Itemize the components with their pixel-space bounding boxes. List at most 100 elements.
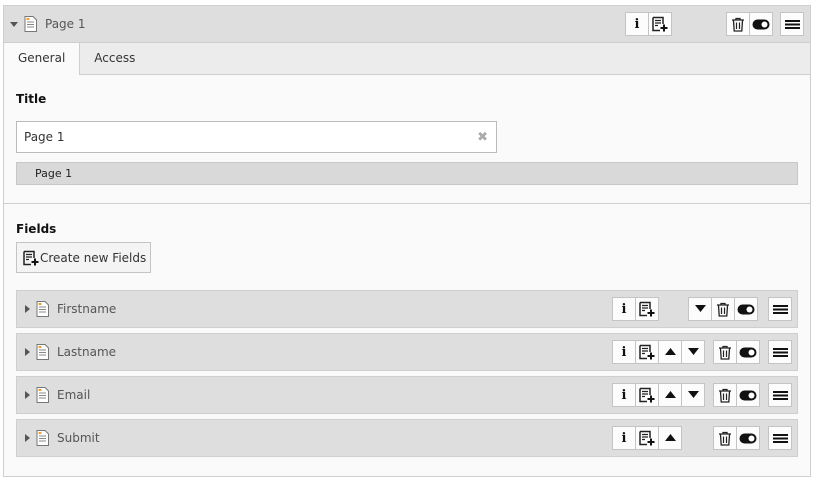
info-button[interactable]: i: [612, 340, 636, 364]
header-action-group: [726, 12, 773, 36]
row-info-group: i: [612, 383, 705, 407]
info-icon: i: [621, 344, 627, 360]
info-button[interactable]: i: [612, 383, 636, 407]
toggle-icon: [739, 433, 757, 443]
row-action-group: [713, 383, 760, 407]
trash-icon: [719, 431, 731, 446]
title-preview: Page 1: [16, 162, 798, 185]
add-record-button[interactable]: [635, 340, 659, 364]
move-down-icon: [687, 391, 699, 398]
row-menu-group: [768, 340, 792, 364]
caret-down-icon[interactable]: [10, 22, 18, 27]
field-label: Lastname: [57, 345, 117, 359]
info-icon: i: [621, 387, 627, 403]
toggle-button[interactable]: [734, 297, 758, 321]
move-down-icon: [687, 348, 699, 355]
menu-button[interactable]: [768, 340, 792, 364]
trash-icon: [719, 345, 731, 360]
delete-button[interactable]: [713, 426, 737, 450]
toggle-icon: [739, 347, 757, 357]
move-up-button[interactable]: [658, 426, 682, 450]
move-up-button[interactable]: [658, 383, 682, 407]
info-icon: i: [621, 301, 627, 317]
move-down-button[interactable]: [688, 297, 712, 321]
form-panel: Page 1 i General Access Title Page 1 ✖ P…: [3, 5, 811, 477]
trash-icon: [719, 388, 731, 403]
menu-button[interactable]: [768, 297, 792, 321]
move-up-button[interactable]: [658, 340, 682, 364]
caret-right-icon[interactable]: [25, 348, 30, 356]
delete-button[interactable]: [713, 383, 737, 407]
page-icon: [36, 301, 49, 317]
caret-right-icon[interactable]: [25, 434, 30, 442]
add-record-button[interactable]: [648, 12, 672, 36]
menu-icon: [772, 304, 788, 314]
row-menu-group: [768, 383, 792, 407]
caret-right-icon[interactable]: [25, 305, 30, 313]
row-action-group: [688, 297, 758, 321]
move-down-button[interactable]: [681, 340, 705, 364]
info-button[interactable]: i: [612, 297, 636, 321]
panel-header[interactable]: Page 1 i: [4, 6, 810, 43]
toggle-button[interactable]: [736, 340, 760, 364]
menu-icon: [772, 347, 788, 357]
header-menu-group: [780, 12, 804, 36]
trash-icon: [717, 302, 729, 317]
info-icon: i: [634, 16, 640, 32]
toggle-button[interactable]: [736, 383, 760, 407]
add-record-icon: [639, 301, 655, 317]
field-row-email[interactable]: Email i: [16, 376, 798, 414]
title-input[interactable]: Page 1 ✖: [16, 121, 497, 153]
add-record-icon: [23, 250, 39, 265]
row-menu-group: [768, 426, 792, 450]
menu-button[interactable]: [768, 383, 792, 407]
field-row-submit[interactable]: Submit i: [16, 419, 798, 457]
move-up-icon: [664, 391, 676, 398]
menu-button[interactable]: [780, 12, 804, 36]
tab-general[interactable]: General: [4, 43, 81, 75]
field-row-firstname[interactable]: Firstname i: [16, 290, 798, 328]
add-record-icon: [639, 344, 655, 360]
row-info-group: i: [612, 426, 682, 450]
delete-button[interactable]: [711, 297, 735, 321]
page-icon: [24, 16, 37, 32]
title-input-value: Page 1: [24, 130, 65, 144]
trash-icon: [732, 17, 744, 32]
menu-icon: [772, 390, 788, 400]
field-row-lastname[interactable]: Lastname i: [16, 333, 798, 371]
info-button[interactable]: i: [612, 426, 636, 450]
create-fields-button[interactable]: Create new Fields: [16, 242, 151, 273]
add-record-button[interactable]: [635, 383, 659, 407]
tab-bar: General Access: [4, 43, 810, 75]
row-menu-group: [768, 297, 792, 321]
delete-button[interactable]: [713, 340, 737, 364]
move-down-button[interactable]: [681, 383, 705, 407]
menu-icon: [772, 433, 788, 443]
create-fields-label: Create new Fields: [40, 250, 147, 265]
field-label: Submit: [57, 431, 100, 445]
fields-label: Fields: [16, 222, 57, 236]
caret-right-icon[interactable]: [25, 391, 30, 399]
add-record-icon: [639, 387, 655, 403]
toggle-icon: [739, 390, 757, 400]
add-record-button[interactable]: [635, 297, 659, 321]
delete-button[interactable]: [726, 12, 750, 36]
field-label: Email: [57, 388, 91, 402]
tab-access[interactable]: Access: [80, 43, 149, 74]
title-label: Title: [16, 92, 47, 106]
field-label: Firstname: [57, 302, 117, 316]
info-icon: i: [621, 430, 627, 446]
menu-icon: [784, 19, 800, 29]
add-record-icon: [652, 16, 668, 32]
add-record-button[interactable]: [635, 426, 659, 450]
panel-title: Page 1: [45, 17, 86, 31]
menu-button[interactable]: [768, 426, 792, 450]
clear-icon[interactable]: ✖: [477, 130, 488, 145]
toggle-icon: [737, 304, 755, 314]
toggle-button[interactable]: [749, 12, 773, 36]
move-up-icon: [664, 434, 676, 441]
info-button[interactable]: i: [625, 12, 649, 36]
page-icon: [36, 387, 49, 403]
toggle-button[interactable]: [736, 426, 760, 450]
add-record-icon: [639, 430, 655, 446]
